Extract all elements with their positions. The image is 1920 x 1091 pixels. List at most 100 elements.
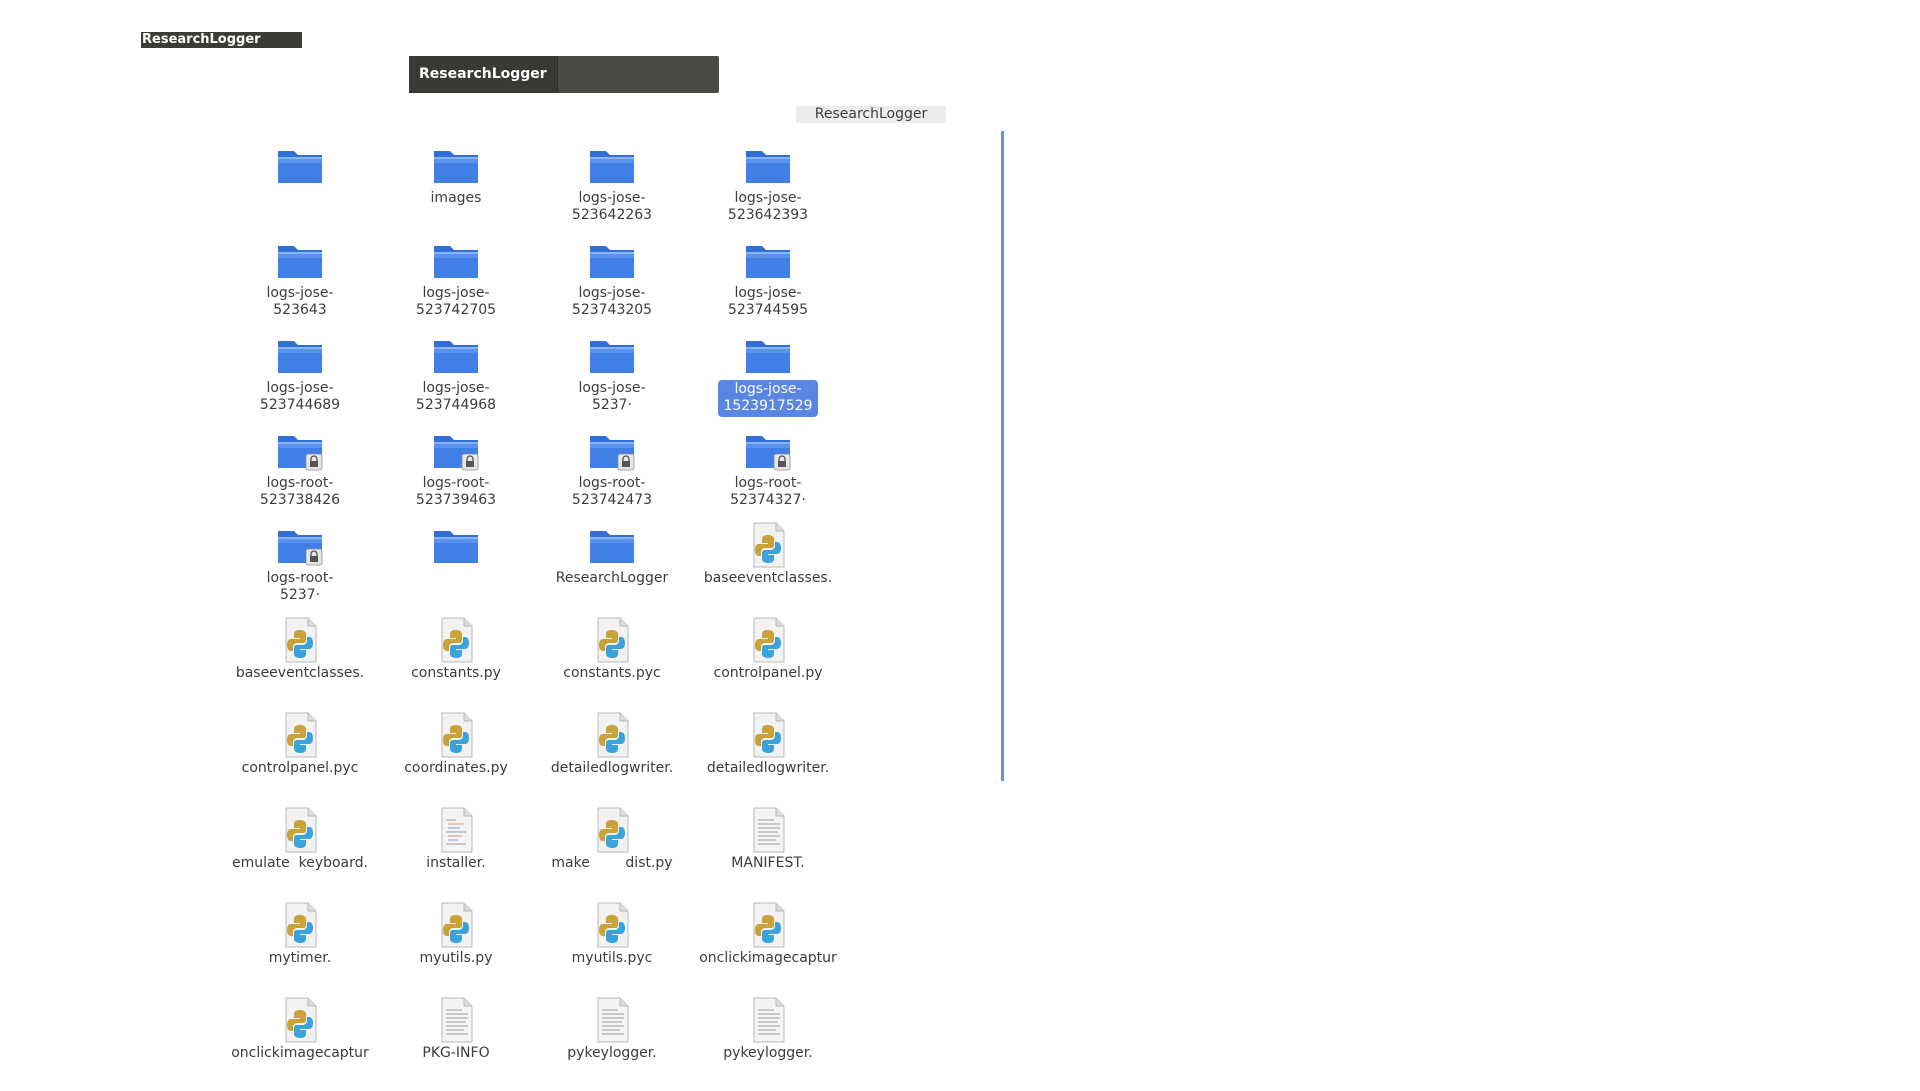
item-label: controlpanel.py (713, 665, 823, 681)
folder-item[interactable] (225, 141, 375, 236)
folder-item[interactable] (381, 521, 531, 616)
python-file-icon (586, 806, 638, 854)
folder-item[interactable]: logs-jose- 523743205 (537, 236, 687, 331)
text-file-icon (586, 996, 638, 1044)
locked-folder-icon (586, 426, 638, 474)
item-label: logs-jose- 523743205 (571, 285, 653, 318)
locked-folder-icon (274, 521, 326, 569)
folder-icon (586, 236, 638, 284)
folder-item[interactable]: logs-root- 523739463 (381, 426, 531, 521)
item-label: mytimer. (268, 950, 332, 966)
folder-item[interactable]: logs-jose- 523744689 (225, 331, 375, 426)
folder-icon (274, 141, 326, 189)
python-file-icon (742, 521, 794, 569)
scrollbar[interactable] (1001, 131, 1004, 781)
file-item[interactable]: onclickimagecaptur (225, 996, 375, 1091)
folder-item[interactable]: logs-jose- 523642393 (693, 141, 843, 236)
python-file-icon (430, 616, 482, 664)
path-bar-current[interactable]: ResearchLogger (796, 106, 946, 123)
python-file-icon (742, 901, 794, 949)
file-item[interactable]: pykeylogger. (693, 996, 843, 1091)
item-label: logs-jose- 5237· (578, 380, 646, 413)
folder-item[interactable]: logs-jose- 5237· (537, 331, 687, 426)
item-label: installer. (426, 855, 486, 871)
item-label: constants.py (411, 665, 501, 681)
folder-item[interactable]: logs-jose- 523744968 (381, 331, 531, 426)
item-label: detailedlogwriter. (706, 760, 830, 776)
file-item[interactable]: controlpanel.py (693, 616, 843, 711)
tab-researchlogger[interactable]: ResearchLogger (409, 56, 558, 93)
tab-bar: ResearchLogger (409, 56, 719, 93)
item-label: make dist.py (551, 855, 673, 871)
python-file-icon (274, 996, 326, 1044)
folder-item[interactable]: logs-root- 523742473 (537, 426, 687, 521)
file-item[interactable]: constants.py (381, 616, 531, 711)
folder-item[interactable]: logs-jose- 523642263 (537, 141, 687, 236)
item-label: onclickimagecaptur (231, 1045, 369, 1061)
file-item[interactable]: myutils.pyc (537, 901, 687, 996)
item-label: logs-jose- 523742705 (415, 285, 497, 318)
folder-item[interactable]: logs-root- 52374327· (693, 426, 843, 521)
folder-item[interactable]: logs-jose- 1523917529 (693, 331, 843, 426)
file-item[interactable]: detailedlogwriter. (693, 711, 843, 806)
file-item[interactable]: baseeventclasses. (225, 616, 375, 711)
file-item[interactable]: controlpanel.pyc (225, 711, 375, 806)
folder-item[interactable]: logs-jose- 523643 (225, 236, 375, 331)
item-label: logs-jose- 1523917529 (718, 380, 818, 417)
python-file-icon (274, 616, 326, 664)
python-file-icon (586, 901, 638, 949)
item-label: detailedlogwriter. (550, 760, 674, 776)
python-file-icon (430, 711, 482, 759)
file-item[interactable]: detailedlogwriter. (537, 711, 687, 806)
item-label: logs-jose- 523744689 (259, 380, 341, 413)
item-label: logs-jose- 523744595 (727, 285, 809, 318)
file-item[interactable]: coordinates.py (381, 711, 531, 806)
file-item[interactable]: onclickimagecaptur (693, 901, 843, 996)
locked-folder-icon (742, 426, 794, 474)
python-file-icon (274, 711, 326, 759)
file-item[interactable]: baseeventclasses. (693, 521, 843, 616)
text-file-icon (742, 806, 794, 854)
file-item[interactable]: myutils.py (381, 901, 531, 996)
item-label: MANIFEST. (731, 855, 805, 871)
file-item[interactable]: constants.pyc (537, 616, 687, 711)
python-file-icon (586, 711, 638, 759)
folder-icon (430, 521, 482, 569)
folder-icon (430, 331, 482, 379)
item-label: myutils.py (419, 950, 493, 966)
text-file-icon (742, 996, 794, 1044)
item-label: emulate keyboard. (232, 855, 368, 871)
folder-item[interactable]: logs-root- 523738426 (225, 426, 375, 521)
item-label: controlpanel.pyc (241, 760, 359, 776)
file-item[interactable]: pykeylogger. (537, 996, 687, 1091)
python-file-icon (274, 901, 326, 949)
locked-folder-icon (274, 426, 326, 474)
file-item[interactable]: installer. (381, 806, 531, 901)
item-label: logs-jose- 523643 (266, 285, 334, 318)
item-label: onclickimagecaptur (699, 950, 837, 966)
folder-item[interactable]: logs-jose- 523744595 (693, 236, 843, 331)
file-item[interactable]: MANIFEST. (693, 806, 843, 901)
folder-icon (274, 331, 326, 379)
file-item[interactable]: make dist.py (537, 806, 687, 901)
file-item[interactable]: mytimer. (225, 901, 375, 996)
folder-item[interactable]: logs-root- 5237· (225, 521, 375, 616)
item-label: pykeylogger. (567, 1045, 657, 1061)
folder-icon (742, 236, 794, 284)
file-item[interactable]: emulate keyboard. (225, 806, 375, 901)
item-label: myutils.pyc (571, 950, 653, 966)
item-label: baseeventclasses. (235, 665, 365, 681)
item-label: logs-jose- 523642393 (727, 190, 809, 223)
locked-folder-icon (430, 426, 482, 474)
window-title: ResearchLogger (141, 32, 302, 48)
python-file-icon (742, 616, 794, 664)
file-item[interactable]: PKG-INFO (381, 996, 531, 1091)
folder-icon (274, 236, 326, 284)
folder-icon (742, 141, 794, 189)
python-file-icon (586, 616, 638, 664)
folder-icon (586, 141, 638, 189)
folder-item[interactable]: ResearchLogger (537, 521, 687, 616)
folder-item[interactable]: logs-jose- 523742705 (381, 236, 531, 331)
folder-icon (430, 236, 482, 284)
folder-item[interactable]: images (381, 141, 531, 236)
